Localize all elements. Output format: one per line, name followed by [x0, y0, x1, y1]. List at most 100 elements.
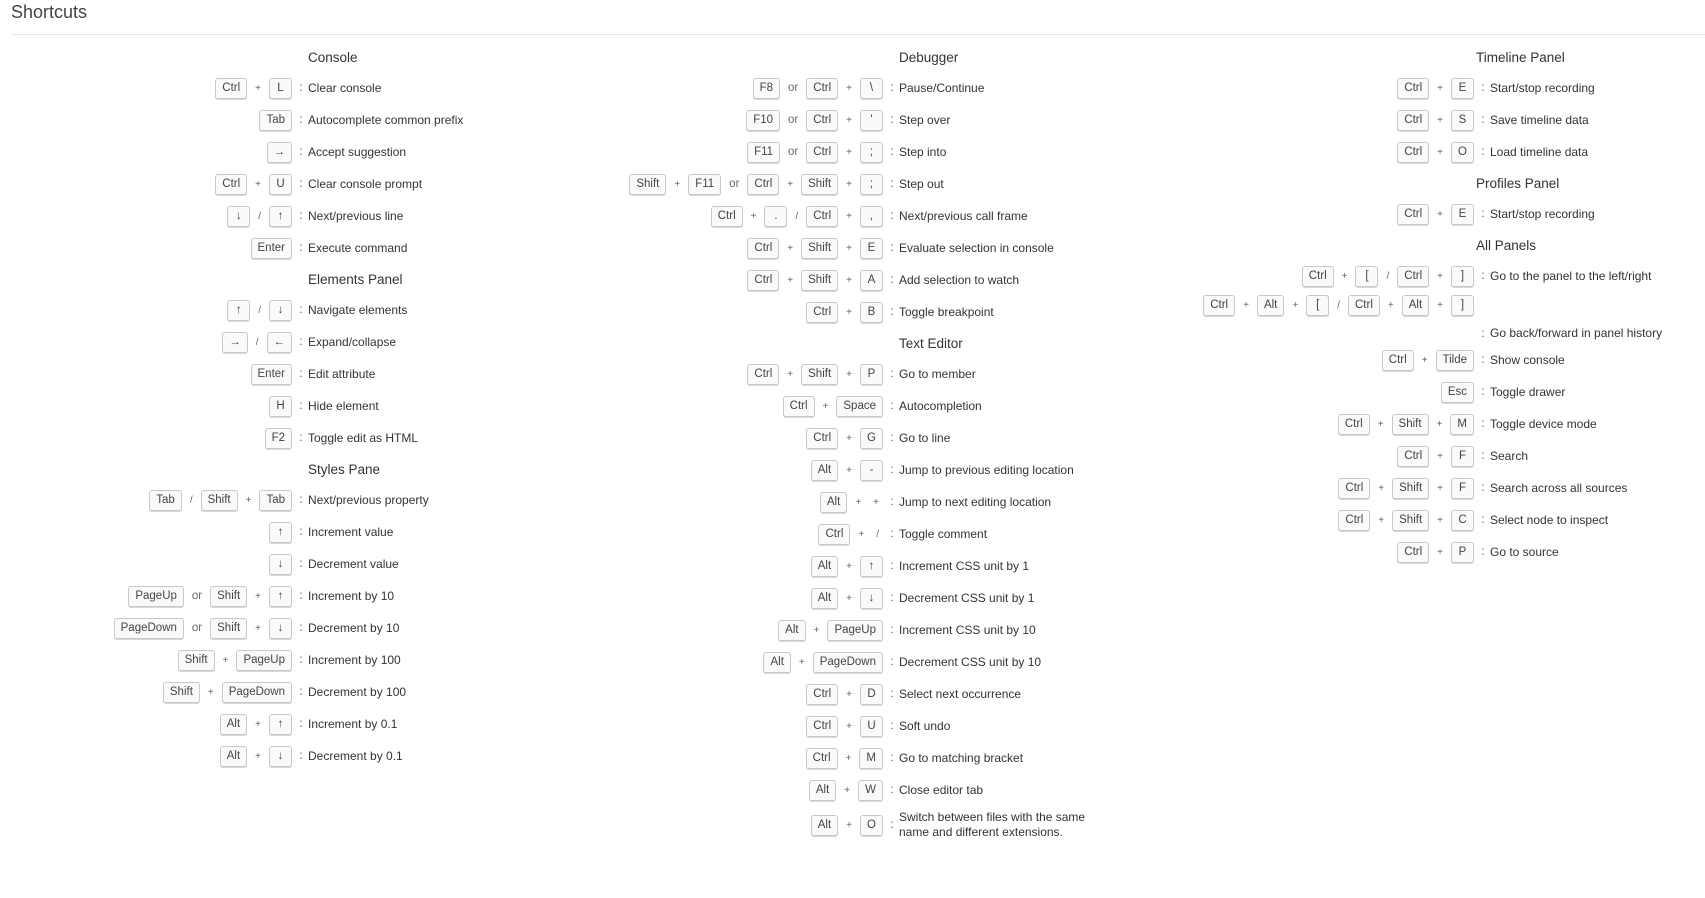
key-cap: '	[860, 109, 883, 131]
key-cap: G	[860, 427, 883, 449]
key-cap: Ctrl	[1348, 294, 1380, 316]
shortcut-description: Start/stop recording	[1490, 80, 1595, 95]
key-cap: Alt	[219, 745, 248, 767]
colon-separator: :	[299, 558, 303, 570]
shortcut-row: PageUp or Shift + ↑: Increment by 10	[0, 580, 600, 612]
shortcut-row: Ctrl + D: Select next occurrence	[600, 678, 1200, 710]
key-cap: O	[860, 814, 883, 836]
shortcut-keys: Shift + PageDown	[0, 681, 294, 703]
shortcut-row: Ctrl + E: Start/stop recording	[1200, 72, 1705, 104]
key-cap: ↓	[860, 587, 883, 609]
key-cap: S	[1451, 109, 1474, 131]
shortcut-keys: Ctrl + E	[1200, 77, 1476, 99]
shortcut-description: Decrement CSS unit by 1	[899, 590, 1035, 605]
key-cap: ;	[860, 173, 883, 195]
key-cap: Ctrl	[215, 173, 248, 195]
shortcut-keys: ↓ / ↑	[0, 205, 294, 227]
plus-separator: +	[846, 432, 852, 444]
key-cap: L	[269, 77, 292, 99]
key-cap: Ctrl	[1397, 203, 1430, 225]
shortcut-description: Start/stop recording	[1490, 206, 1595, 221]
shortcut-description: Toggle drawer	[1490, 384, 1566, 399]
key-cap: D	[860, 683, 883, 705]
shortcut-row: Ctrl + Shift + P: Go to member	[600, 358, 1200, 390]
plus-separator: +	[846, 368, 852, 380]
key-cap: Enter	[250, 237, 292, 259]
shortcut-keys: Alt + -	[600, 459, 885, 481]
shortcut-description: Switch between files with the same name …	[899, 810, 1086, 839]
plus-separator: +	[846, 720, 852, 732]
key-cap: U	[269, 173, 292, 195]
colon-separator: :	[299, 146, 303, 158]
shortcut-keys: Tab / Shift + Tab	[0, 489, 294, 511]
section-title-profiles-panel: Profiles Panel	[1476, 176, 1560, 191]
colon-separator: :	[890, 752, 894, 764]
key-cap: PageUp	[827, 619, 883, 641]
shortcut-keys: Ctrl + Alt + [/ Ctrl + Alt +]	[1200, 294, 1476, 316]
shortcut-description: Decrement by 100	[308, 684, 407, 699]
plus-separator: +	[1243, 299, 1249, 311]
shortcut-description: Decrement value	[308, 556, 399, 571]
colon-separator: :	[299, 432, 303, 444]
colon-separator: :	[890, 178, 894, 190]
key-cap: Ctrl	[1338, 477, 1371, 499]
plus-separator: +	[846, 82, 852, 94]
key-cap: Tab	[149, 489, 182, 511]
shortcut-keys: Ctrl + Tilde	[1200, 349, 1476, 371]
shortcut-description: Load timeline data	[1490, 144, 1589, 159]
shortcut-description: Hide element	[308, 398, 379, 413]
key-cap: Ctrl	[806, 683, 839, 705]
colon-separator: :	[299, 336, 303, 348]
plus-separator: +	[1437, 270, 1443, 282]
key-cap: Ctrl	[1397, 265, 1430, 287]
slash-separator: /	[1337, 299, 1340, 311]
colon-separator: :	[890, 242, 894, 254]
shortcut-description: Search across all sources	[1490, 480, 1628, 495]
key-cap: ↓	[269, 617, 292, 639]
plus-separator: +	[1292, 299, 1299, 311]
key-cap: →	[266, 141, 292, 163]
plus-separator: +	[1436, 418, 1443, 430]
plus-separator: +	[1421, 354, 1428, 366]
shortcut-row: Ctrl + U: Clear console prompt	[0, 168, 600, 200]
key-cap: W	[858, 779, 883, 801]
shortcut-keys: Ctrl + Space	[600, 395, 885, 417]
plus-separator: +	[846, 819, 852, 831]
colon-separator: :	[299, 400, 303, 412]
colon-separator: :	[890, 496, 894, 508]
shortcut-keys: → / ←	[0, 331, 294, 353]
key-cap: M	[1450, 413, 1474, 435]
key-cap: Alt	[810, 459, 839, 481]
shortcut-description: Jump to previous editing location	[899, 462, 1074, 477]
shortcut-keys: Ctrl + S	[1200, 109, 1476, 131]
shortcut-description: Autocomplete common prefix	[308, 112, 464, 127]
shortcut-description: Add selection to watch	[899, 272, 1020, 287]
shortcut-description: Toggle device mode	[1490, 416, 1597, 431]
shortcut-description: Save timeline data	[1490, 112, 1589, 127]
key-cap: ↓	[269, 299, 292, 321]
shortcut-row: →: Accept suggestion	[0, 136, 600, 168]
shortcut-row: ↑ / ↓: Navigate elements	[0, 294, 600, 326]
shortcut-keys: Ctrl + Shift + M	[1200, 413, 1476, 435]
key-cap: Ctrl	[1337, 413, 1370, 435]
key-cap: -	[860, 459, 883, 481]
key-cap: Ctrl	[1397, 541, 1430, 563]
plus-separator: +	[255, 718, 261, 730]
shortcut-description: Jump to next editing location	[899, 494, 1052, 509]
shortcut-description: Close editor tab	[899, 782, 984, 797]
shortcut-description: Evaluate selection in console	[899, 240, 1054, 255]
shortcut-description: Expand/collapse	[308, 334, 397, 349]
key-cap: .	[764, 205, 788, 227]
colon-separator: :	[299, 368, 303, 380]
shortcut-row: Ctrl + Shift + M: Toggle device mode	[1200, 408, 1705, 440]
plus-separator: +	[255, 590, 261, 602]
shortcut-keys: Ctrl + G	[600, 427, 885, 449]
plus-separator: +	[1437, 546, 1443, 558]
shortcut-row: Ctrl + /: Toggle comment	[600, 518, 1200, 550]
shortcut-row: Shift + F11 or Ctrl + Shift +;: Step out	[600, 168, 1200, 200]
shortcut-description: Increment by 10	[308, 588, 395, 603]
shortcut-keys: Alt + ↓	[0, 745, 294, 767]
colon-separator: :	[1481, 354, 1485, 366]
shortcut-keys: ↑	[0, 521, 294, 543]
shortcut-row: PageDown or Shift + ↓: Decrement by 10	[0, 612, 600, 644]
